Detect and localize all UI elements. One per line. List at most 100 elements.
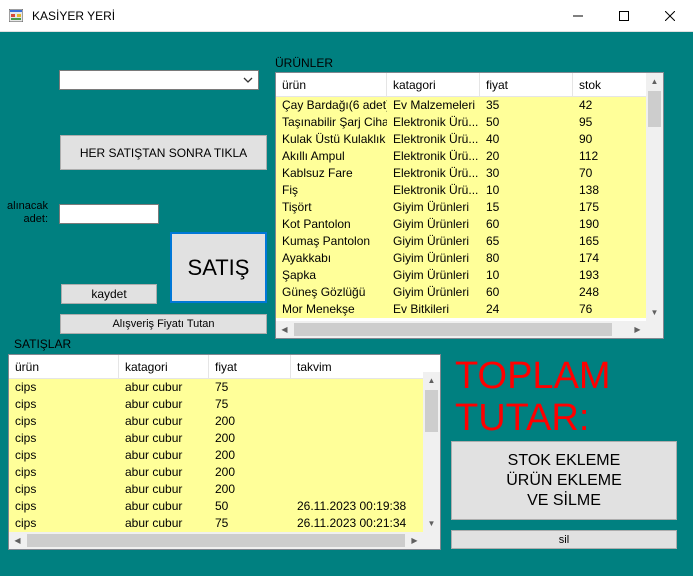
products-grid[interactable]: ürün katagori fiyat stok Çay Bardağı(6 a… xyxy=(275,72,664,339)
products-vscroll-thumb[interactable] xyxy=(648,91,661,127)
table-cell[interactable]: Giyim Ürünleri xyxy=(387,267,480,284)
table-cell[interactable]: abur cubur xyxy=(119,464,209,481)
table-cell[interactable]: abur cubur xyxy=(119,413,209,430)
table-cell[interactable]: 60 xyxy=(480,216,573,233)
table-cell[interactable] xyxy=(291,379,423,396)
table-cell[interactable]: 75 xyxy=(209,515,291,532)
table-cell[interactable]: Kablsuz Fare xyxy=(276,165,387,182)
table-row[interactable]: Şapka Giyim Ürünleri 10 193 xyxy=(276,267,646,284)
sale-button[interactable]: SATIŞ xyxy=(170,232,267,303)
scroll-up-icon[interactable]: ▲ xyxy=(423,372,440,389)
category-combobox[interactable] xyxy=(59,70,259,90)
table-cell[interactable]: cips xyxy=(9,447,119,464)
table-cell[interactable]: abur cubur xyxy=(119,379,209,396)
table-cell[interactable]: Elektronik Ürü... xyxy=(387,114,480,131)
table-cell[interactable]: cips xyxy=(9,379,119,396)
table-cell[interactable]: cips xyxy=(9,464,119,481)
table-cell[interactable]: Ev Malzemeleri xyxy=(387,97,480,114)
table-cell[interactable]: abur cubur xyxy=(119,447,209,464)
save-button[interactable]: kaydet xyxy=(61,284,157,304)
scroll-left-icon[interactable]: ◀ xyxy=(9,532,26,549)
sales-col-category[interactable]: katagori xyxy=(119,355,209,379)
products-col-product[interactable]: ürün xyxy=(276,73,387,97)
scroll-down-icon[interactable]: ▼ xyxy=(423,515,440,532)
table-cell[interactable]: Güneş Gözlüğü xyxy=(276,284,387,301)
table-cell[interactable]: 30 xyxy=(480,165,573,182)
products-col-price[interactable]: fiyat xyxy=(480,73,573,97)
table-row[interactable]: Çay Bardağı(6 adet) Ev Malzemeleri 35 42 xyxy=(276,97,646,114)
table-cell[interactable]: abur cubur xyxy=(119,498,209,515)
close-button[interactable] xyxy=(647,0,693,32)
table-cell[interactable]: 42 xyxy=(573,97,646,114)
table-row[interactable]: cips abur cubur 200 xyxy=(9,430,423,447)
table-cell[interactable]: 193 xyxy=(573,267,646,284)
table-cell[interactable]: Kot Pantolon xyxy=(276,216,387,233)
table-cell[interactable] xyxy=(291,481,423,498)
table-cell[interactable]: 40 xyxy=(480,131,573,148)
table-cell[interactable]: Tişört xyxy=(276,199,387,216)
table-cell[interactable]: cips xyxy=(9,413,119,430)
table-cell[interactable]: cips xyxy=(9,481,119,498)
minimize-button[interactable] xyxy=(555,0,601,32)
table-row[interactable]: Kablsuz Fare Elektronik Ürü... 30 70 xyxy=(276,165,646,182)
sales-vscroll-thumb[interactable] xyxy=(425,390,438,432)
table-cell[interactable]: Mor Menekşe xyxy=(276,301,387,318)
scroll-left-icon[interactable]: ◀ xyxy=(276,321,293,338)
refresh-button[interactable]: HER SATIŞTAN SONRA TIKLA xyxy=(60,135,267,170)
sales-col-price[interactable]: fiyat xyxy=(209,355,291,379)
scroll-down-icon[interactable]: ▼ xyxy=(646,304,663,321)
table-cell[interactable]: 174 xyxy=(573,250,646,267)
delete-button[interactable]: sil xyxy=(451,530,677,549)
scroll-right-icon[interactable]: ▶ xyxy=(406,532,423,549)
table-cell[interactable]: 200 xyxy=(209,447,291,464)
table-cell[interactable]: Ev Bitkileri xyxy=(387,301,480,318)
table-row[interactable]: Güneş Gözlüğü Giyim Ürünleri 60 248 xyxy=(276,284,646,301)
table-cell[interactable]: 165 xyxy=(573,233,646,250)
products-hscroll-thumb[interactable] xyxy=(294,323,612,336)
products-col-stock[interactable]: stok xyxy=(573,73,646,97)
table-cell[interactable]: cips xyxy=(9,396,119,413)
table-cell[interactable]: 65 xyxy=(480,233,573,250)
table-cell[interactable]: 175 xyxy=(573,199,646,216)
scroll-up-icon[interactable]: ▲ xyxy=(646,73,663,90)
table-cell[interactable]: 75 xyxy=(209,396,291,413)
sales-hscroll[interactable]: ◀ ▶ xyxy=(9,532,423,549)
table-cell[interactable]: Giyim Ürünleri xyxy=(387,216,480,233)
table-row[interactable]: Mor Menekşe Ev Bitkileri 24 76 xyxy=(276,301,646,318)
table-cell[interactable]: Giyim Ürünleri xyxy=(387,233,480,250)
table-cell[interactable]: 35 xyxy=(480,97,573,114)
table-row[interactable]: Kot Pantolon Giyim Ürünleri 60 190 xyxy=(276,216,646,233)
table-cell[interactable]: 112 xyxy=(573,148,646,165)
table-cell[interactable]: 50 xyxy=(480,114,573,131)
table-row[interactable]: Ayakkabı Giyim Ürünleri 80 174 xyxy=(276,250,646,267)
table-cell[interactable]: cips xyxy=(9,498,119,515)
table-cell[interactable]: 200 xyxy=(209,481,291,498)
table-row[interactable]: cips abur cubur 50 26.11.2023 00:19:38 xyxy=(9,498,423,515)
table-cell[interactable] xyxy=(291,447,423,464)
table-cell[interactable] xyxy=(291,413,423,430)
table-cell[interactable]: 80 xyxy=(480,250,573,267)
sales-col-date[interactable]: takvim xyxy=(291,355,423,379)
table-cell[interactable]: abur cubur xyxy=(119,515,209,532)
table-cell[interactable]: Fiş xyxy=(276,182,387,199)
table-row[interactable]: Taşınabilir Şarj Cihazı Elektronik Ürü...… xyxy=(276,114,646,131)
sales-hscroll-thumb[interactable] xyxy=(27,534,405,547)
table-cell[interactable]: Elektronik Ürü... xyxy=(387,148,480,165)
table-row[interactable]: cips abur cubur 200 xyxy=(9,447,423,464)
table-cell[interactable]: 10 xyxy=(480,182,573,199)
scroll-right-icon[interactable]: ▶ xyxy=(629,321,646,338)
table-row[interactable]: Fiş Elektronik Ürü... 10 138 xyxy=(276,182,646,199)
stock-management-button[interactable]: STOK EKLEME ÜRÜN EKLEME VE SİLME xyxy=(451,441,677,520)
total-price-button[interactable]: Alışveriş Fiyatı Tutan xyxy=(60,314,267,334)
table-cell[interactable]: 75 xyxy=(209,379,291,396)
table-cell[interactable]: Giyim Ürünleri xyxy=(387,199,480,216)
table-cell[interactable]: 190 xyxy=(573,216,646,233)
table-cell[interactable]: 200 xyxy=(209,413,291,430)
table-cell[interactable] xyxy=(291,430,423,447)
table-cell[interactable]: 26.11.2023 00:19:38 xyxy=(291,498,423,515)
table-row[interactable]: cips abur cubur 75 xyxy=(9,396,423,413)
table-cell[interactable]: Elektronik Ürü... xyxy=(387,182,480,199)
table-cell[interactable]: 76 xyxy=(573,301,646,318)
table-cell[interactable]: abur cubur xyxy=(119,430,209,447)
table-cell[interactable]: 70 xyxy=(573,165,646,182)
